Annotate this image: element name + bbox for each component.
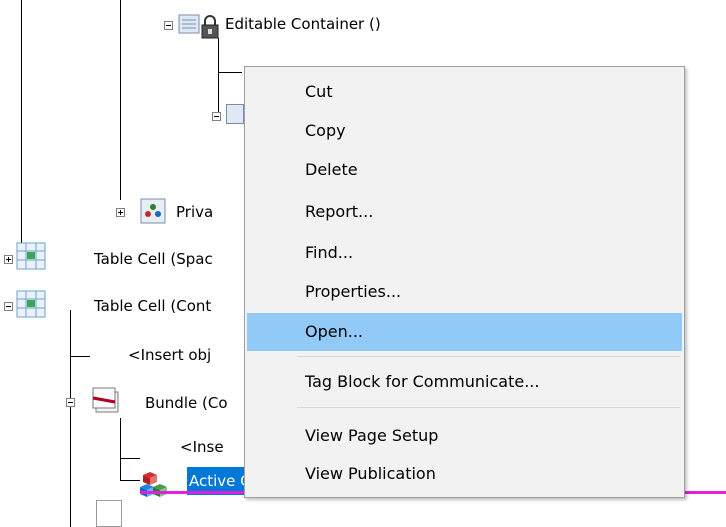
tree-line — [70, 310, 71, 527]
menu-item-copy[interactable]: Copy — [247, 112, 682, 150]
menu-item-properties[interactable]: Properties... — [247, 273, 682, 311]
menu-item-delete[interactable]: Delete — [247, 151, 682, 189]
tree-line — [120, 0, 121, 200]
menu-item-find[interactable]: Find... — [247, 234, 682, 272]
menu-item-open[interactable]: Open... — [247, 313, 682, 351]
tree-line — [218, 38, 219, 118]
collapse-toggle[interactable] — [164, 21, 173, 30]
tree-node-insert[interactable]: <Inse — [180, 437, 224, 457]
menu-item-cut[interactable]: Cut — [247, 73, 682, 111]
tree-line — [70, 356, 90, 357]
collapse-toggle[interactable] — [66, 398, 75, 407]
menu-item-tag-block[interactable]: Tag Block for Communicate... — [247, 363, 682, 401]
expand-toggle[interactable] — [4, 255, 13, 264]
tree-node-private[interactable]: Priva — [176, 202, 213, 222]
active-content-icon — [140, 472, 167, 497]
container-icon — [226, 104, 244, 124]
menu-item-view-publication[interactable]: View Publication — [247, 455, 682, 493]
tree-node-table-cell-cont[interactable]: Table Cell (Cont — [94, 296, 211, 316]
lock-icon — [201, 15, 219, 39]
tree-line — [120, 480, 140, 481]
tree-node-insert-object[interactable]: <Insert obj — [128, 345, 211, 365]
component-icon — [140, 198, 166, 224]
table-cell-icon — [16, 242, 46, 270]
tree-node-bundle[interactable]: Bundle (Co — [145, 393, 228, 413]
menu-separator — [297, 407, 680, 408]
context-menu: Cut Copy Delete Report... Find... Proper… — [244, 66, 685, 498]
tree-line — [218, 72, 242, 73]
tree-node-editable-container[interactable]: Editable Container () — [225, 14, 381, 34]
collapse-toggle[interactable] — [4, 302, 13, 311]
collapse-toggle[interactable] — [212, 112, 221, 121]
table-cell-icon — [16, 290, 46, 318]
menu-separator — [297, 356, 680, 357]
expand-toggle[interactable] — [116, 208, 125, 217]
tree-node-table-cell-spac[interactable]: Table Cell (Spac — [94, 249, 213, 269]
tree-line — [120, 458, 140, 459]
menu-item-report[interactable]: Report... — [247, 193, 682, 231]
menu-item-view-page-setup[interactable]: View Page Setup — [247, 417, 682, 455]
page-icon — [96, 500, 122, 527]
bundle-icon — [92, 387, 119, 413]
tree-line — [120, 418, 121, 480]
tree-line — [21, 0, 22, 250]
